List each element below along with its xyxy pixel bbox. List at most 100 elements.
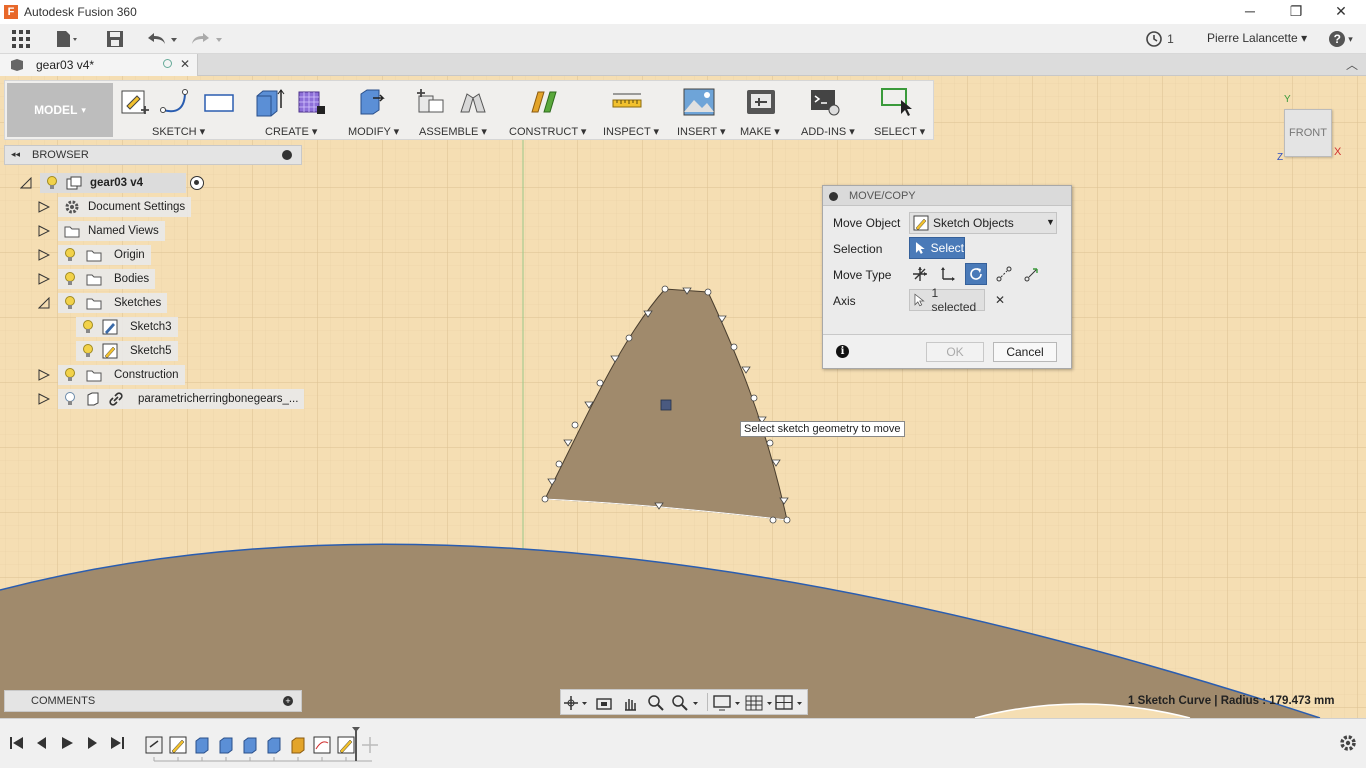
select-icon[interactable] — [881, 86, 913, 118]
collapsed-triangle-icon[interactable] — [38, 273, 50, 285]
ok-button[interactable]: OK — [926, 342, 984, 362]
lightbulb-off-icon[interactable] — [64, 392, 76, 406]
comments-panel[interactable]: COMMENTS + — [4, 690, 302, 712]
viewports-icon[interactable] — [775, 694, 805, 712]
gear-icon[interactable] — [1339, 734, 1357, 752]
new-component-icon[interactable] — [415, 86, 447, 118]
help-button[interactable]: ? ▾ — [1324, 27, 1358, 51]
extrude-icon[interactable] — [253, 86, 285, 118]
minimize-button[interactable]: ─ — [1227, 0, 1273, 24]
fit-zoom-icon[interactable] — [671, 694, 701, 712]
play-icon[interactable] — [59, 735, 75, 751]
tree-item-linked-component[interactable]: parametricherringbonegears_... — [38, 389, 305, 409]
display-settings-icon[interactable] — [713, 694, 743, 712]
save-button[interactable] — [102, 27, 128, 51]
lightbulb-icon[interactable] — [82, 320, 94, 334]
collapse-dialog-icon[interactable] — [829, 192, 838, 201]
zoom-icon[interactable] — [647, 694, 665, 712]
grid-settings-icon[interactable] — [745, 694, 775, 712]
move-type-translate[interactable] — [937, 263, 959, 285]
step-back-icon[interactable] — [34, 735, 50, 751]
collapsed-triangle-icon[interactable] — [38, 393, 50, 405]
insert-image-icon[interactable] — [683, 86, 715, 118]
rectangle-sketch-icon[interactable] — [203, 86, 235, 118]
activate-radio-icon[interactable] — [190, 176, 204, 190]
go-to-end-icon[interactable] — [109, 735, 125, 751]
move-type-rotate[interactable] — [965, 263, 987, 285]
collapse-up-icon[interactable]: ︿ — [1346, 56, 1358, 73]
close-window-button[interactable]: ✕ — [1318, 0, 1364, 24]
user-menu[interactable]: Pierre Lalancette ▾ — [1207, 31, 1307, 45]
dialog-header[interactable]: MOVE/COPY — [823, 186, 1071, 206]
tree-item-origin[interactable]: Origin — [38, 245, 151, 265]
restore-button[interactable]: ❐ — [1273, 0, 1319, 24]
clear-axis-icon[interactable]: ✕ — [995, 293, 1005, 307]
collapse-browser-icon[interactable]: ◂◂ — [11, 149, 20, 160]
move-type-point-to-position[interactable] — [1021, 263, 1043, 285]
viewcube[interactable]: FRONT — [1284, 109, 1332, 157]
close-tab-icon[interactable]: ✕ — [180, 57, 190, 71]
expanded-triangle-icon[interactable] — [38, 297, 50, 309]
browser-panel-header[interactable]: ◂◂ BROWSER — [4, 145, 302, 165]
measure-icon[interactable] — [611, 86, 643, 118]
cancel-button[interactable]: Cancel — [993, 342, 1057, 362]
scripts-icon[interactable] — [809, 86, 841, 118]
modify-group-label[interactable]: MODIFY ▾ — [348, 125, 399, 138]
go-to-start-icon[interactable] — [9, 735, 25, 751]
joint-icon[interactable] — [457, 86, 489, 118]
redo-button[interactable] — [188, 27, 224, 51]
move-type-point-to-point[interactable] — [993, 263, 1015, 285]
axis-selection[interactable]: 1 selected — [909, 286, 985, 314]
lightbulb-icon[interactable] — [82, 344, 94, 358]
tree-item-document-settings[interactable]: Document Settings — [38, 197, 192, 217]
orbit-icon[interactable] — [563, 694, 589, 712]
tree-item-bodies[interactable]: Bodies — [38, 269, 156, 289]
expanded-triangle-icon[interactable] — [20, 177, 32, 189]
tree-item-sketch5[interactable]: Sketch5 — [76, 341, 178, 361]
3d-print-icon[interactable] — [745, 86, 777, 118]
create-sketch-icon[interactable] — [119, 86, 151, 118]
tree-root[interactable]: gear03 v4 — [20, 173, 204, 193]
data-panel-button[interactable] — [8, 27, 34, 51]
pan-icon[interactable] — [621, 694, 639, 712]
move-type-free-move[interactable] — [909, 263, 931, 285]
lightbulb-icon[interactable] — [64, 368, 76, 382]
minus-icon[interactable] — [282, 150, 292, 160]
job-status-button[interactable]: 1 — [1144, 27, 1176, 51]
collapsed-triangle-icon[interactable] — [38, 369, 50, 381]
select-group-label[interactable]: SELECT ▾ — [874, 125, 925, 138]
tree-item-construction[interactable]: Construction — [38, 365, 185, 385]
insert-group-label[interactable]: INSERT ▾ — [677, 125, 726, 138]
collapsed-triangle-icon[interactable] — [38, 201, 50, 213]
offset-plane-icon[interactable] — [528, 86, 560, 118]
lightbulb-icon[interactable] — [64, 296, 76, 310]
press-pull-icon[interactable] — [355, 86, 387, 118]
form-icon[interactable] — [295, 86, 327, 118]
move-object-select[interactable]: Sketch Objects ▼ — [909, 212, 1057, 234]
make-group-label[interactable]: MAKE ▾ — [740, 125, 780, 138]
timeline-features[interactable] — [140, 725, 380, 765]
sketch-group-label[interactable]: SKETCH ▾ — [152, 125, 205, 138]
lightbulb-icon[interactable] — [64, 248, 76, 262]
tree-item-sketches[interactable]: Sketches — [38, 293, 168, 313]
tree-item-sketch3[interactable]: Sketch3 — [76, 317, 178, 337]
look-at-icon[interactable] — [595, 694, 613, 712]
inspect-group-label[interactable]: INSPECT ▾ — [603, 125, 659, 138]
collapsed-triangle-icon[interactable] — [38, 249, 50, 261]
add-comment-icon[interactable]: + — [283, 696, 293, 706]
step-forward-icon[interactable] — [84, 735, 100, 751]
workspace-switcher[interactable]: MODEL ▾ — [7, 83, 113, 137]
file-menu-button[interactable] — [52, 27, 82, 51]
arc-sketch-icon[interactable] — [159, 86, 191, 118]
construct-group-label[interactable]: CONSTRUCT ▾ — [509, 125, 586, 138]
assemble-group-label[interactable]: ASSEMBLE ▾ — [419, 125, 487, 138]
undo-button[interactable] — [143, 27, 179, 51]
selection-button[interactable]: Select — [909, 237, 965, 259]
info-icon[interactable]: i — [836, 345, 849, 358]
collapsed-triangle-icon[interactable] — [38, 225, 50, 237]
tree-item-named-views[interactable]: Named Views — [38, 221, 165, 241]
document-tab[interactable]: gear03 v4* ✕ — [0, 54, 198, 76]
create-group-label[interactable]: CREATE ▾ — [265, 125, 317, 138]
lightbulb-icon[interactable] — [64, 272, 76, 286]
lightbulb-icon[interactable] — [46, 176, 58, 190]
